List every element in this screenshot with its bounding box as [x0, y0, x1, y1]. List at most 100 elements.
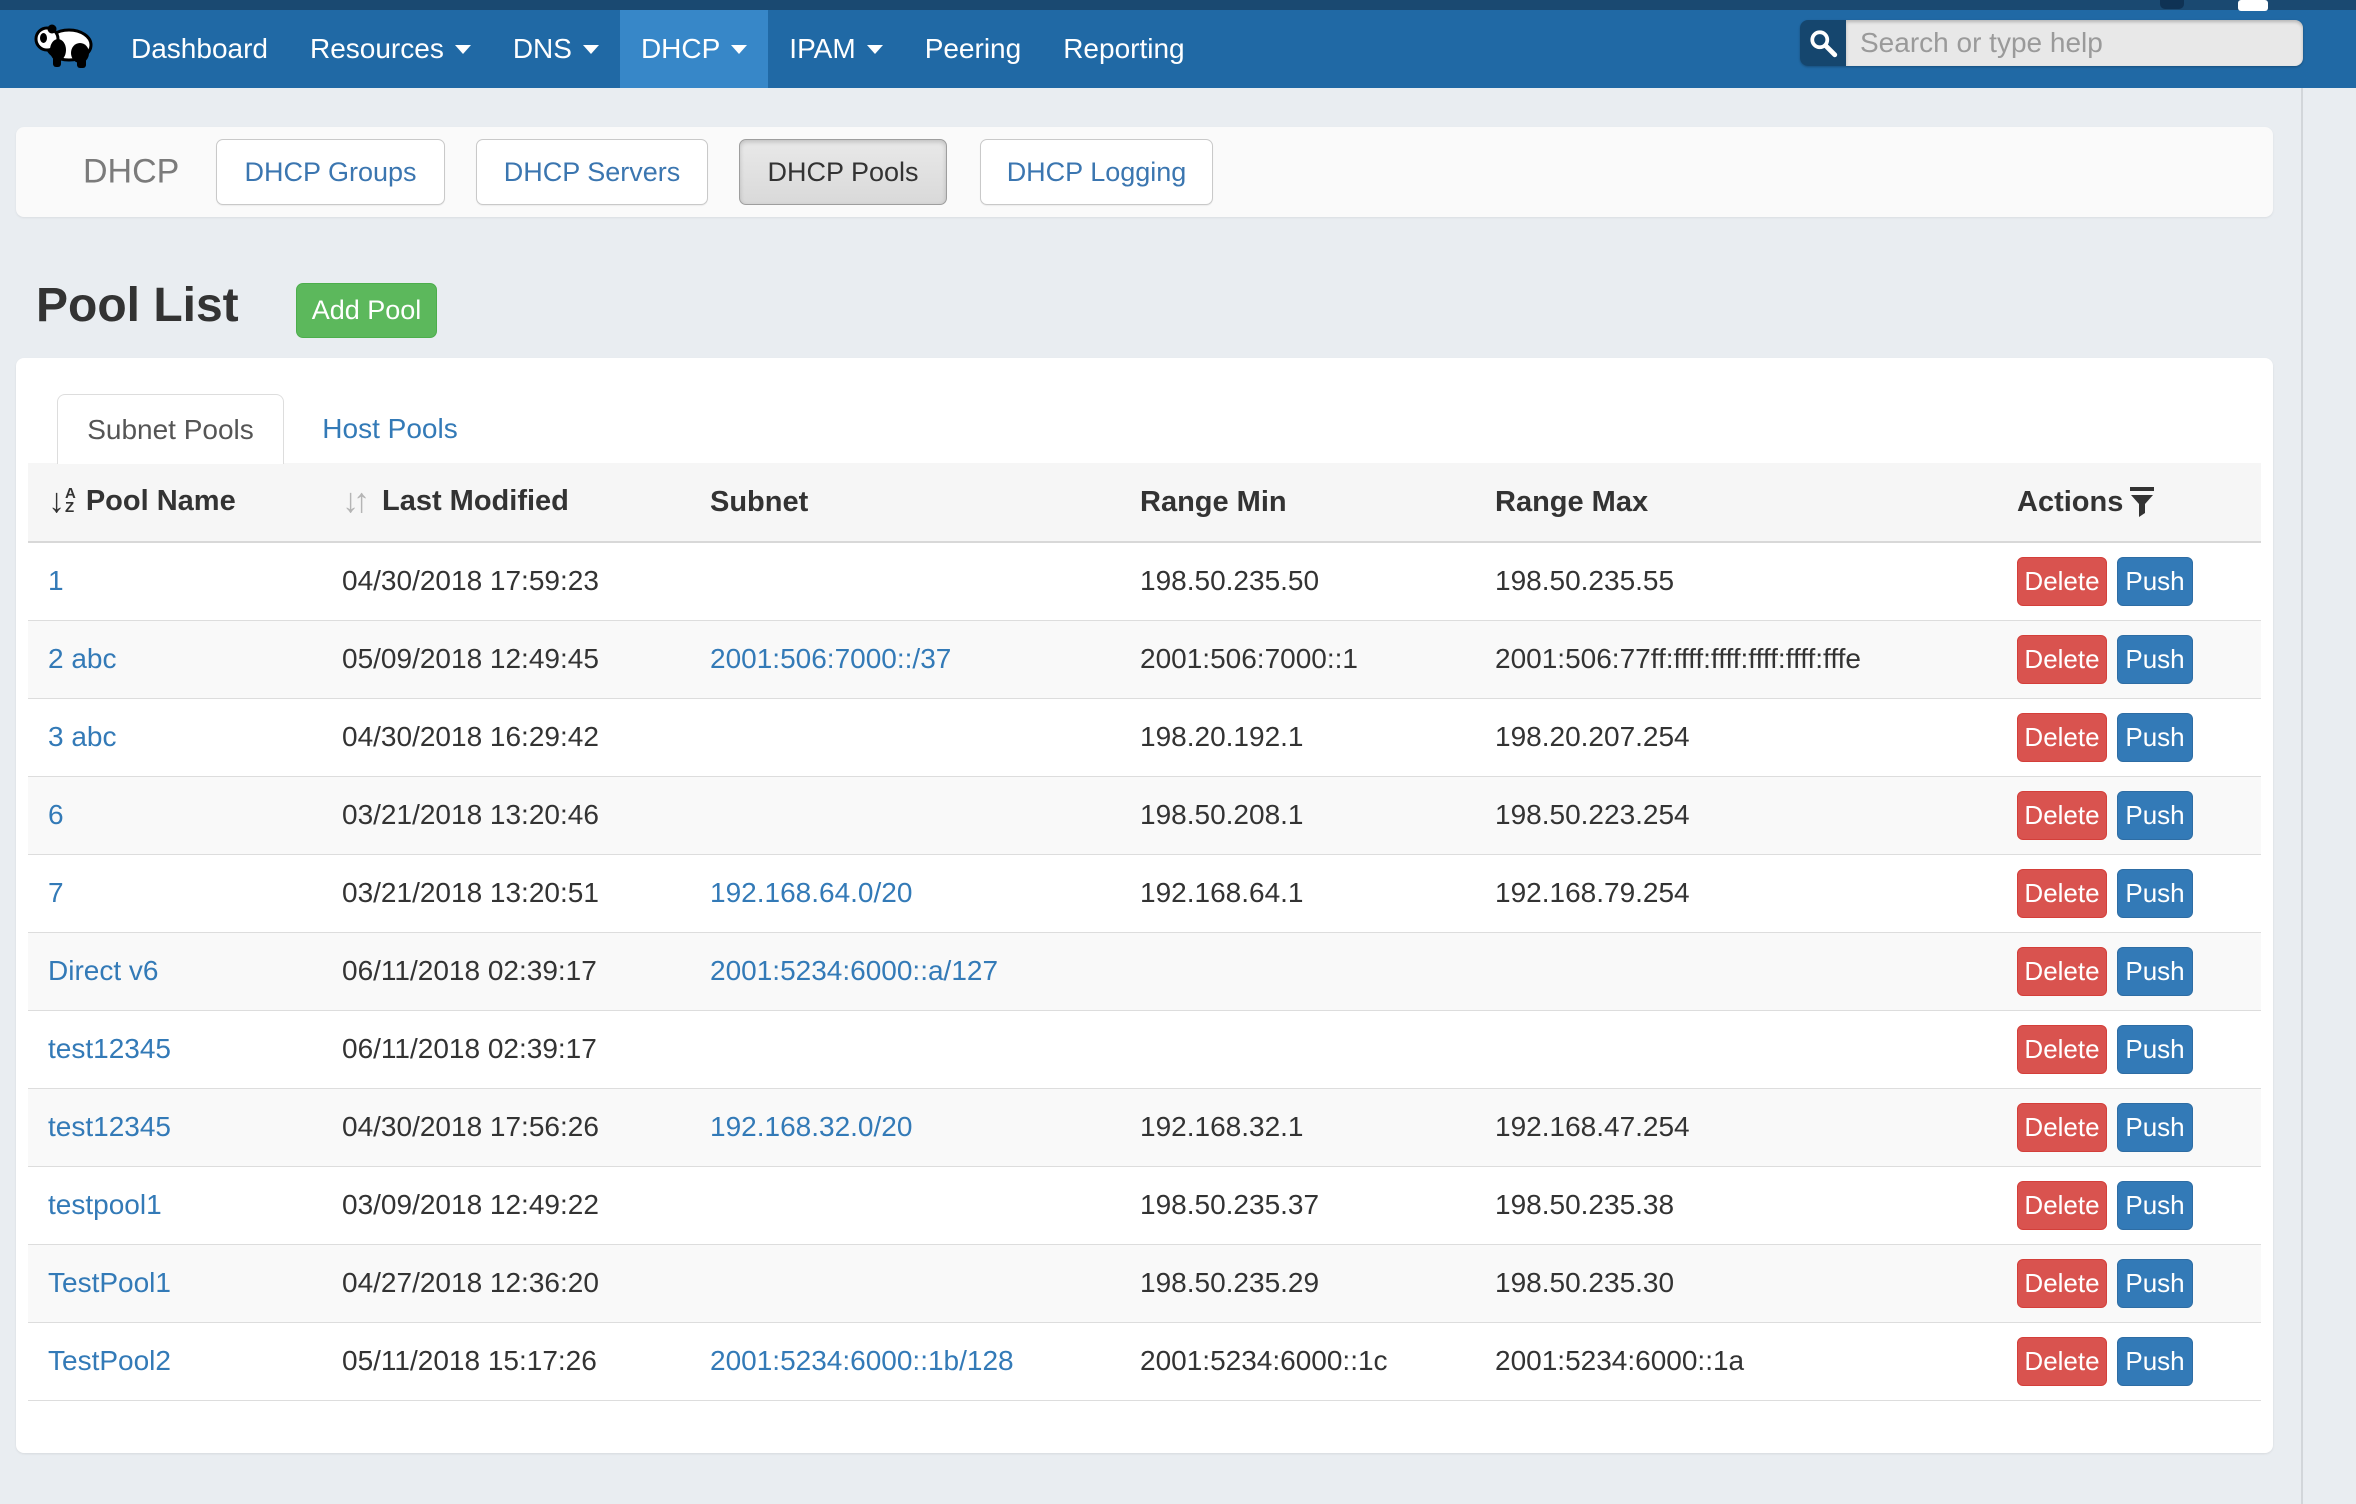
delete-button[interactable]: Delete	[2017, 635, 2107, 684]
search-icon[interactable]	[1800, 20, 1846, 66]
top-navbar: Dashboard Resources DNS DHCP IPAM Peerin…	[0, 0, 2356, 88]
pool-name-cell: test12345	[28, 1010, 332, 1088]
push-button[interactable]: Push	[2117, 635, 2193, 684]
column-label: Actions	[2017, 486, 2123, 518]
dhcp-pools-button[interactable]: DHCP Pools	[739, 139, 947, 205]
delete-button[interactable]: Delete	[2017, 947, 2107, 996]
range-min-cell: 198.20.192.1	[1136, 698, 1492, 776]
range-max-cell: 192.168.47.254	[1492, 1088, 2017, 1166]
funnel-icon[interactable]	[2129, 487, 2155, 518]
delete-button[interactable]: Delete	[2017, 1103, 2107, 1152]
pool-name-cell: 6	[28, 776, 332, 854]
nav-item-dns[interactable]: DNS	[492, 10, 620, 88]
push-button[interactable]: Push	[2117, 713, 2193, 762]
nav-item-dhcp[interactable]: DHCP	[620, 10, 768, 88]
browser-artifact-dark	[2160, 0, 2184, 9]
delete-button[interactable]: Delete	[2017, 1337, 2107, 1386]
range-max-cell	[1492, 1010, 2017, 1088]
scrollbar-track[interactable]	[2301, 88, 2303, 1504]
table-row: 603/21/2018 13:20:46198.50.208.1198.50.2…	[28, 776, 2261, 854]
actions-cell: DeletePush	[2017, 1166, 2261, 1244]
push-button[interactable]: Push	[2117, 1025, 2193, 1074]
subnet-cell	[706, 1010, 1136, 1088]
push-button[interactable]: Push	[2117, 1337, 2193, 1386]
subnet-cell	[706, 1244, 1136, 1322]
push-button[interactable]: Push	[2117, 947, 2193, 996]
subnet-link[interactable]: 2001:5234:6000::a/127	[710, 955, 998, 986]
nav-item-label: DHCP	[641, 33, 720, 65]
actions-cell: DeletePush	[2017, 1244, 2261, 1322]
nav-item-reporting[interactable]: Reporting	[1042, 10, 1205, 88]
actions-cell: DeletePush	[2017, 698, 2261, 776]
pool-name-link[interactable]: testpool1	[48, 1189, 162, 1220]
nav-item-dashboard[interactable]: Dashboard	[110, 10, 289, 88]
column-header-pool-name[interactable]: ↓AZ Pool Name	[28, 463, 332, 542]
table-row: testpool103/09/2018 12:49:22198.50.235.3…	[28, 1166, 2261, 1244]
column-header-last-modified[interactable]: ↓↑ Last Modified	[332, 463, 706, 542]
sort-arrows-icon[interactable]: ↓↑	[342, 484, 372, 518]
subnet-link[interactable]: 192.168.32.0/20	[710, 1111, 912, 1142]
push-button[interactable]: Push	[2117, 1259, 2193, 1308]
delete-button[interactable]: Delete	[2017, 791, 2107, 840]
push-button[interactable]: Push	[2117, 791, 2193, 840]
pool-name-link[interactable]: Direct v6	[48, 955, 158, 986]
tab-subnet-pools[interactable]: Subnet Pools	[57, 394, 284, 464]
subnet-cell: 2001:5234:6000::a/127	[706, 932, 1136, 1010]
nav-item-ipam[interactable]: IPAM	[768, 10, 903, 88]
delete-button[interactable]: Delete	[2017, 869, 2107, 918]
pool-name-link[interactable]: 2 abc	[48, 643, 117, 674]
last-modified-cell: 04/30/2018 17:59:23	[332, 542, 706, 620]
pool-name-link[interactable]: test12345	[48, 1033, 171, 1064]
add-pool-button[interactable]: Add Pool	[296, 283, 437, 338]
pool-name-link[interactable]: test12345	[48, 1111, 171, 1142]
nav-item-resources[interactable]: Resources	[289, 10, 492, 88]
pool-name-link[interactable]: 6	[48, 799, 64, 830]
pool-name-link[interactable]: 1	[48, 565, 64, 596]
sort-alpha-asc-icon[interactable]: ↓AZ	[48, 484, 76, 518]
delete-button[interactable]: Delete	[2017, 1259, 2107, 1308]
dhcp-section-title: DHCP	[83, 153, 179, 192]
subnet-cell	[706, 776, 1136, 854]
nav-item-label: Resources	[310, 33, 444, 65]
subnet-link[interactable]: 2001:506:7000::/37	[710, 643, 951, 674]
panda-logo-icon[interactable]	[34, 16, 96, 74]
delete-button[interactable]: Delete	[2017, 713, 2107, 762]
subnet-link[interactable]: 192.168.64.0/20	[710, 877, 912, 908]
table-row: test1234506/11/2018 02:39:17DeletePush	[28, 1010, 2261, 1088]
pool-list-card: Subnet Pools Host Pools ↓AZ Pool Name	[16, 358, 2273, 1453]
page-title: Pool List	[36, 278, 239, 333]
pool-name-link[interactable]: 3 abc	[48, 721, 117, 752]
range-min-cell: 2001:5234:6000::1c	[1136, 1322, 1492, 1400]
push-button[interactable]: Push	[2117, 557, 2193, 606]
pool-name-cell: TestPool2	[28, 1322, 332, 1400]
nav-item-peering[interactable]: Peering	[904, 10, 1043, 88]
last-modified-cell: 03/21/2018 13:20:46	[332, 776, 706, 854]
push-button[interactable]: Push	[2117, 1103, 2193, 1152]
dhcp-groups-button[interactable]: DHCP Groups	[216, 139, 445, 205]
top-strip	[0, 0, 2356, 10]
delete-button[interactable]: Delete	[2017, 1025, 2107, 1074]
nav-item-label: Peering	[925, 33, 1022, 65]
caret-down-icon	[731, 45, 747, 54]
delete-button[interactable]: Delete	[2017, 557, 2107, 606]
subnet-link[interactable]: 2001:5234:6000::1b/128	[710, 1345, 1014, 1376]
push-button[interactable]: Push	[2117, 1181, 2193, 1230]
range-max-cell: 198.50.223.254	[1492, 776, 2017, 854]
dhcp-servers-button[interactable]: DHCP Servers	[476, 139, 708, 205]
push-button[interactable]: Push	[2117, 869, 2193, 918]
actions-cell: DeletePush	[2017, 542, 2261, 620]
search-input[interactable]	[1846, 20, 2303, 66]
delete-button[interactable]: Delete	[2017, 1181, 2107, 1230]
table-row: TestPool205/11/2018 15:17:262001:5234:60…	[28, 1322, 2261, 1400]
pool-name-link[interactable]: TestPool2	[48, 1345, 171, 1376]
dhcp-logging-button[interactable]: DHCP Logging	[980, 139, 1213, 205]
pool-name-link[interactable]: TestPool1	[48, 1267, 171, 1298]
column-label: Range Max	[1495, 486, 1648, 518]
range-max-cell: 2001:5234:6000::1a	[1492, 1322, 2017, 1400]
last-modified-cell: 03/09/2018 12:49:22	[332, 1166, 706, 1244]
pool-name-link[interactable]: 7	[48, 877, 64, 908]
range-min-cell: 192.168.32.1	[1136, 1088, 1492, 1166]
pool-name-cell: Direct v6	[28, 932, 332, 1010]
last-modified-cell: 05/11/2018 15:17:26	[332, 1322, 706, 1400]
tab-host-pools[interactable]: Host Pools	[284, 394, 496, 464]
